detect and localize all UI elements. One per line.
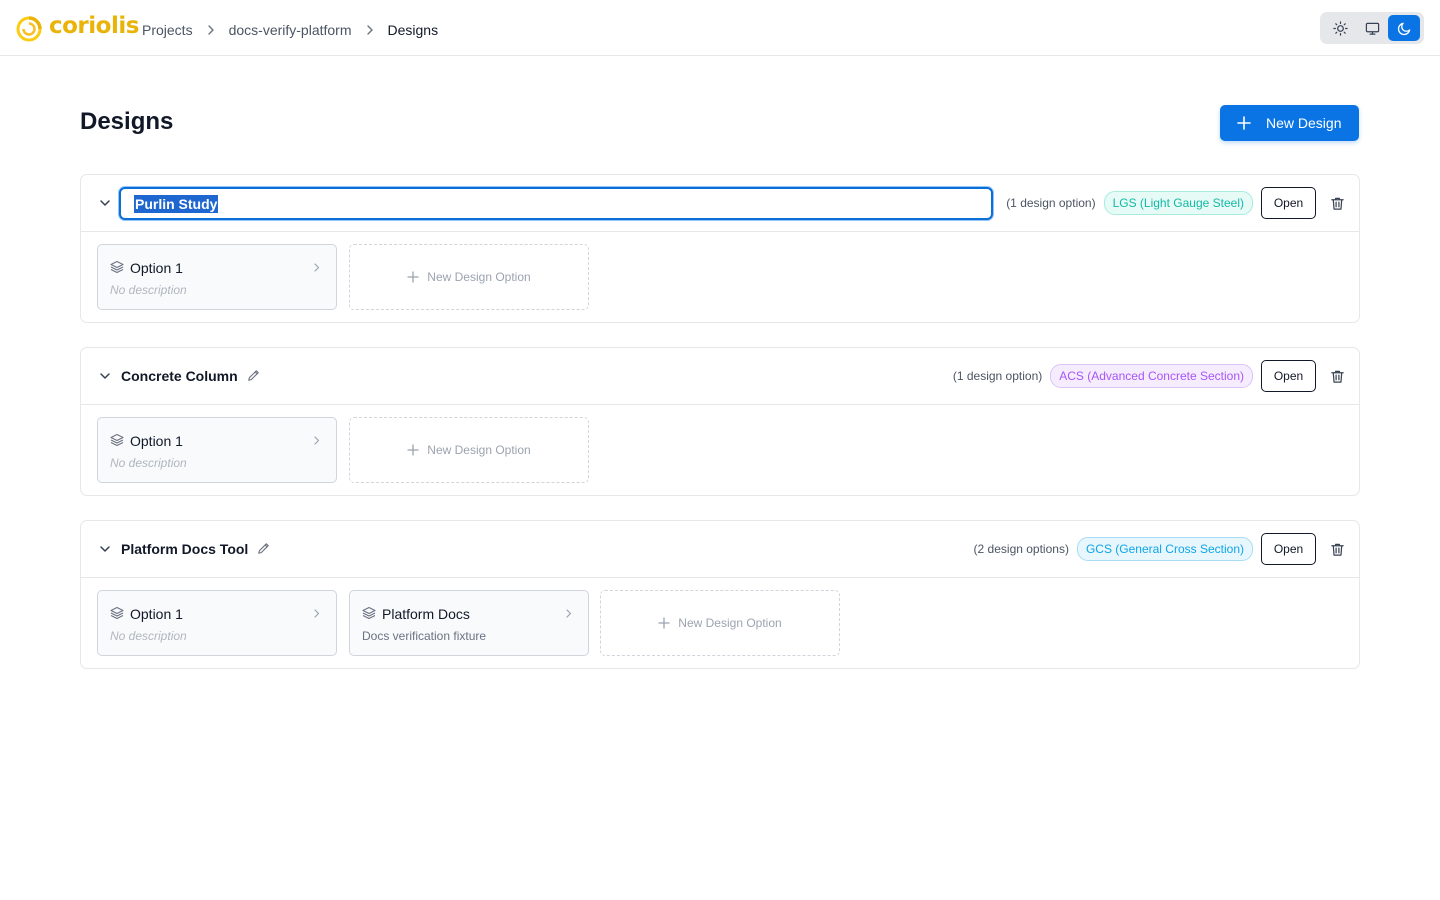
- design-option-name: Option 1: [130, 260, 183, 276]
- layers-icon: [110, 606, 124, 620]
- design-card-header: Purlin Study (1 design option) LGS (Ligh…: [81, 175, 1359, 232]
- design-options-list: Option 1 No description New Design Optio…: [81, 405, 1359, 495]
- trash-icon[interactable]: [1330, 369, 1345, 384]
- coriolis-swirl-icon: [16, 16, 42, 42]
- design-card-header: Concrete Column (1 design option) ACS (A…: [81, 348, 1359, 405]
- new-design-label: New Design: [1266, 115, 1342, 131]
- design-type-badge: ACS (Advanced Concrete Section): [1050, 364, 1253, 388]
- breadcrumb: Projects docs-verify-platform Designs: [142, 22, 438, 38]
- design-option-count: (1 design option): [1006, 196, 1096, 210]
- design-option-name: Option 1: [130, 606, 183, 622]
- design-card-meta: (1 design option) ACS (Advanced Concrete…: [953, 360, 1345, 392]
- brand-name: coriolis: [49, 13, 139, 39]
- chevron-right-icon: [566, 609, 572, 618]
- theme-system-button[interactable]: [1356, 15, 1388, 41]
- layers-icon: [362, 606, 376, 620]
- layers-icon: [110, 433, 124, 447]
- theme-switcher: [1320, 12, 1424, 44]
- chevron-down-icon[interactable]: [98, 542, 112, 556]
- pencil-icon[interactable]: [256, 541, 271, 556]
- theme-light-button[interactable]: [1324, 15, 1356, 41]
- design-option-description: No description: [110, 456, 187, 470]
- design-card: Platform Docs Tool (2 design options) GC…: [80, 520, 1360, 669]
- design-option-count: (1 design option): [952, 369, 1043, 383]
- design-type-badge: GCS (General Cross Section): [1076, 537, 1253, 561]
- design-name-selected-text: Purlin Study: [134, 194, 219, 213]
- new-design-option-button[interactable]: New Design Option: [349, 417, 589, 483]
- open-design-button[interactable]: Open: [1261, 533, 1316, 565]
- pencil-icon[interactable]: [246, 368, 261, 383]
- design-options-list: Option 1 No description New Design Optio…: [81, 232, 1359, 322]
- new-design-option-button[interactable]: New Design Option: [600, 590, 840, 656]
- open-design-button[interactable]: Open: [1261, 187, 1316, 219]
- plus-icon: [658, 617, 670, 629]
- monitor-icon: [1365, 22, 1379, 35]
- breadcrumb-current: Designs: [387, 22, 439, 38]
- design-option-card[interactable]: Option 1 No description: [97, 417, 337, 483]
- chevron-down-icon[interactable]: [98, 196, 112, 210]
- design-name: Concrete Column: [121, 368, 238, 384]
- layers-icon: [110, 260, 124, 274]
- design-card: Purlin Study (1 design option) LGS (Ligh…: [80, 174, 1360, 323]
- design-card-meta: (1 design option) LGS (Light Gauge Steel…: [1006, 187, 1345, 219]
- design-option-card[interactable]: Option 1 No description: [97, 590, 337, 656]
- design-option-count: (2 design options): [973, 542, 1069, 556]
- moon-icon: [1397, 22, 1410, 35]
- theme-dark-button[interactable]: [1388, 15, 1420, 41]
- top-bar: coriolis Projects docs-verify-platform D…: [0, 0, 1440, 56]
- design-option-name: Platform Docs: [382, 606, 470, 622]
- design-options-list: Option 1 No description Platform Docs Do…: [81, 578, 1359, 668]
- design-name: Platform Docs Tool: [121, 541, 249, 557]
- trash-icon[interactable]: [1330, 542, 1345, 557]
- design-option-name: Option 1: [130, 433, 183, 449]
- new-design-option-label: New Design Option: [427, 270, 531, 284]
- design-type-badge: LGS (Light Gauge Steel): [1103, 191, 1253, 215]
- plus-icon: [407, 271, 419, 283]
- chevron-right-icon: [314, 263, 320, 272]
- design-option-card[interactable]: Option 1 No description: [97, 244, 337, 310]
- design-card-meta: (2 design options) GCS (General Cross Se…: [974, 533, 1345, 565]
- coriolis-logo[interactable]: coriolis: [15, 13, 139, 43]
- chevron-right-icon: [314, 436, 320, 445]
- new-design-option-label: New Design Option: [678, 616, 782, 630]
- new-design-option-button[interactable]: New Design Option: [349, 244, 589, 310]
- breadcrumb-project[interactable]: docs-verify-platform: [229, 22, 352, 38]
- plus-icon: [407, 444, 419, 456]
- new-design-option-label: New Design Option: [427, 443, 531, 457]
- design-card-header: Platform Docs Tool (2 design options) GC…: [81, 521, 1359, 578]
- design-option-card[interactable]: Platform Docs Docs verification fixture: [349, 590, 589, 656]
- design-option-description: Docs verification fixture: [362, 629, 487, 643]
- chevron-right-icon: [205, 24, 217, 36]
- design-option-description: No description: [110, 629, 187, 643]
- plus-icon: [1237, 116, 1251, 130]
- breadcrumb-projects[interactable]: Projects: [142, 22, 193, 38]
- trash-icon[interactable]: [1330, 196, 1345, 211]
- chevron-right-icon: [364, 24, 376, 36]
- sun-icon: [1332, 20, 1348, 36]
- open-design-button[interactable]: Open: [1261, 360, 1316, 392]
- page-title: Designs: [80, 108, 174, 135]
- new-design-button[interactable]: New Design: [1220, 105, 1359, 141]
- chevron-right-icon: [314, 609, 320, 618]
- design-card: Concrete Column (1 design option) ACS (A…: [80, 347, 1360, 496]
- chevron-down-icon[interactable]: [98, 369, 112, 383]
- design-name-input[interactable]: Purlin Study: [119, 187, 993, 220]
- design-option-description: No description: [110, 283, 187, 297]
